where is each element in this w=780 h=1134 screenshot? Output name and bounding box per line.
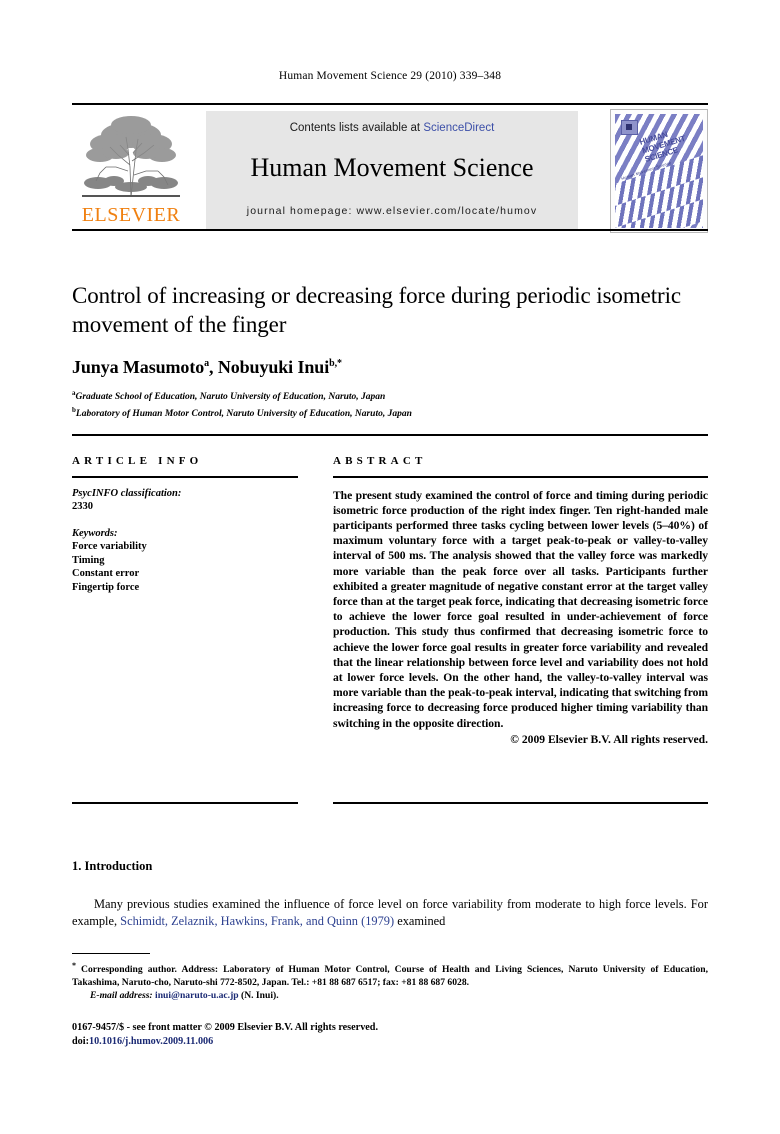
journal-homepage-link[interactable]: journal homepage: www.elsevier.com/locat… xyxy=(206,205,578,217)
author-name-2: Nobuyuki Inui xyxy=(217,357,330,377)
email-link[interactable]: inui@naruto-u.ac.jp xyxy=(155,990,239,1001)
affiliation-text-a: Graduate School of Education, Naruto Uni… xyxy=(75,392,386,403)
introduction-heading: 1. Introduction xyxy=(72,859,153,873)
abstract-column: ABSTRACT The present study examined the … xyxy=(333,455,708,746)
introduction-paragraph: Many previous studies examined the influ… xyxy=(72,896,708,929)
abstract-text: The present study examined the control o… xyxy=(333,488,708,730)
cover-stamp-icon xyxy=(621,120,638,135)
elsevier-logo: ELSEVIER xyxy=(72,109,190,229)
keyword-item: Force variability xyxy=(72,541,147,553)
doi-label: doi: xyxy=(72,1035,89,1047)
footnote-address-text: Corresponding author. Address: Laborator… xyxy=(72,964,708,988)
article-info-column: ARTICLE INFO PsycINFO classification: 23… xyxy=(72,455,298,594)
running-head: Human Movement Science 29 (2010) 339–348 xyxy=(278,70,502,82)
journal-masthead: ELSEVIER Contents lists available at Sci… xyxy=(72,103,708,233)
title-block: Control of increasing or decreasing forc… xyxy=(72,281,708,420)
psycinfo-label: PsycINFO classification: xyxy=(72,487,182,499)
masthead-top-rule xyxy=(72,103,708,105)
abstract-bottom-rule xyxy=(333,802,708,804)
keywords-label: Keywords: xyxy=(72,527,118,539)
author-name-1: Junya Masumoto xyxy=(72,357,205,377)
affiliation-b: bLaboratory of Human Motor Control, Naru… xyxy=(72,404,708,421)
contents-list-line: Contents lists available at ScienceDirec… xyxy=(206,122,578,134)
doi-line: doi:10.1016/j.humov.2009.11.006 xyxy=(72,1035,708,1049)
page-title: Control of increasing or decreasing forc… xyxy=(72,283,681,337)
email-label: E-mail address: xyxy=(90,990,153,1002)
footnote-email-line: E-mail address: inui@naruto-u.ac.jp (N. … xyxy=(72,990,708,1003)
intro-text-after-citation: examined xyxy=(394,913,446,928)
sciencedirect-link[interactable]: ScienceDirect xyxy=(423,122,494,134)
keyword-item: Timing xyxy=(72,554,105,566)
affiliation-text-b: Laboratory of Human Motor Control, Narut… xyxy=(75,408,412,419)
corresponding-author-footnote: * Corresponding author. Address: Laborat… xyxy=(72,960,708,1003)
psycinfo-value: 2330 xyxy=(72,501,93,513)
issn-line: 0167-9457/$ - see front matter © 2009 El… xyxy=(72,1022,379,1033)
footnote-separator-rule xyxy=(72,953,150,954)
affiliation-a: aGraduate School of Education, Naruto Un… xyxy=(72,387,708,404)
email-suffix: (N. Inui). xyxy=(238,990,279,1002)
affiliation-list: aGraduate School of Education, Naruto Un… xyxy=(72,387,708,420)
keyword-item: Fingertip force xyxy=(72,581,140,593)
keyword-item: Constant error xyxy=(72,568,140,580)
citation-link[interactable]: Schimidt, Zelaznik, Hawkins, Frank, and … xyxy=(120,914,394,928)
article-info-heading: ARTICLE INFO xyxy=(72,455,203,467)
abstract-copyright: © 2009 Elsevier B.V. All rights reserved… xyxy=(510,732,708,746)
author-separator: , xyxy=(209,357,218,377)
doi-link[interactable]: 10.1016/j.humov.2009.11.006 xyxy=(89,1036,213,1047)
author-affil-marker-2: b, xyxy=(329,358,337,369)
contents-prefix: Contents lists available at xyxy=(289,122,424,134)
article-first-page: Human Movement Science 29 (2010) 339–348 xyxy=(0,0,780,1134)
journal-cover-thumbnail: Human Movement Science HUMAN MOVEMENT SC… xyxy=(610,109,708,233)
info-section-top-rule xyxy=(72,434,708,436)
elsevier-wordmark: ELSEVIER xyxy=(81,204,181,226)
article-info-heading-rule xyxy=(72,476,298,478)
elsevier-tree-icon xyxy=(76,109,186,201)
masthead-bottom-rule xyxy=(72,229,708,231)
cover-artwork: Human Movement Science HUMAN MOVEMENT SC… xyxy=(615,114,703,228)
abstract-heading: ABSTRACT xyxy=(333,455,427,467)
abstract-heading-rule xyxy=(333,476,708,478)
author-list: Junya Masumotoa, Nobuyuki Inuib,* xyxy=(72,357,708,378)
article-info-bottom-rule xyxy=(72,802,298,804)
article-info-body: PsycINFO classification: 2330 Keywords: … xyxy=(72,487,298,595)
corresponding-author-marker: * xyxy=(337,358,342,369)
sciencedirect-banner: Contents lists available at ScienceDirec… xyxy=(206,111,578,229)
imprint-block: 0167-9457/$ - see front matter © 2009 El… xyxy=(72,1021,708,1048)
journal-title: Human Movement Science xyxy=(250,153,534,182)
